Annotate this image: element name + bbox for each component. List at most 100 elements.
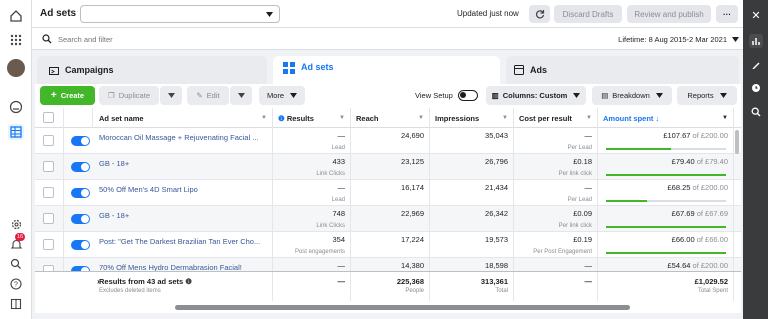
row-checkbox[interactable] — [43, 213, 54, 224]
tab-ad-sets[interactable]: Ad sets — [273, 56, 500, 84]
table-row[interactable]: GB - 18+ 748 Link Clicks 22,969 26,342 £0.09 P… — [35, 206, 741, 232]
ad-set-name-link[interactable]: GB - 18+ — [99, 211, 269, 220]
ad-set-name-link[interactable]: 50% Off Men's 4D Smart Lipo — [99, 185, 269, 194]
search-icon[interactable] — [8, 256, 24, 272]
row-checkbox[interactable] — [43, 239, 54, 250]
tab-ads-label: Ads — [530, 65, 548, 75]
totals-results: — — [273, 272, 351, 301]
view-setup-label: View Setup — [415, 91, 453, 100]
duplicate-button[interactable]: ❐ Duplicate — [99, 86, 159, 105]
breakdown-dropdown[interactable]: ▤ Breakdown — [592, 86, 672, 105]
results-value: — — [337, 183, 346, 192]
vertical-scrollbar[interactable] — [735, 130, 739, 154]
reach-value: 22,969 — [351, 206, 430, 232]
horizontal-scrollbar-thumb[interactable] — [175, 305, 630, 310]
review-and-publish-button[interactable]: Review and publish — [627, 5, 711, 23]
edit-button[interactable]: ✎ Edit — [187, 86, 229, 105]
date-range-picker[interactable]: Lifetime: 8 Aug 2015-2 Mar 2021 — [601, 31, 739, 47]
column-header-cost-per-result[interactable]: Cost per result ▼ — [514, 108, 598, 128]
results-value: — — [337, 261, 346, 270]
ad-set-name-link[interactable]: Post: "Get The Darkest Brazilian Tan Eve… — [99, 237, 269, 246]
ads-manager-table-icon[interactable] — [8, 124, 24, 140]
row-checkbox[interactable] — [43, 187, 54, 198]
duplicate-dropdown-button[interactable] — [160, 86, 182, 105]
table-row[interactable]: Post: "Get The Darkest Brazilian Tan Eve… — [35, 232, 741, 258]
row-name-cell: Moroccan Oil Massage + Rejuvenating Faci… — [93, 128, 273, 154]
discard-drafts-button[interactable]: Discard Drafts — [554, 5, 622, 23]
ad-set-name-link[interactable]: GB - 18+ — [99, 159, 269, 168]
ad-sets-grid-icon — [283, 62, 295, 74]
edit-dropdown-button[interactable] — [230, 86, 252, 105]
results-value: 354 — [332, 235, 345, 244]
tab-campaigns[interactable]: Campaigns — [37, 56, 267, 84]
ad-set-selector-dropdown[interactable] — [80, 5, 280, 23]
history-clock-icon[interactable] — [749, 81, 763, 95]
select-all-checkbox[interactable] — [43, 112, 54, 123]
columns-dropdown[interactable]: ▥ Columns: Custom — [486, 86, 586, 105]
apps-grid-icon[interactable] — [8, 32, 24, 48]
refresh-button[interactable] — [529, 5, 550, 23]
column-header-results-label: Results — [286, 113, 314, 123]
ad-set-status-toggle[interactable] — [71, 136, 90, 146]
cost-per-result-type: Per link click — [558, 223, 592, 229]
row-checkbox[interactable] — [43, 135, 54, 146]
column-header-amount-spent[interactable]: Amount spent ↓ ▼ — [598, 108, 734, 128]
create-button-label: Create — [60, 91, 85, 100]
row-checkbox-cell — [35, 180, 64, 206]
amount-spent-value: £79.40 — [671, 157, 695, 166]
search-input[interactable] — [58, 32, 598, 46]
dashboard-gauge-icon[interactable] — [8, 99, 24, 115]
left-navigation-rail: 16 ? — [0, 0, 32, 319]
chart-icon[interactable] — [749, 34, 763, 48]
search-filter-bar: Lifetime: 8 Aug 2015-2 Mar 2021 — [32, 28, 743, 50]
create-button[interactable]: + Create — [40, 86, 95, 105]
search-icon — [42, 34, 52, 44]
table-row[interactable]: Moroccan Oil Massage + Rejuvenating Faci… — [35, 128, 741, 154]
table-row[interactable]: 50% Off Men's 4D Smart Lipo — Lead 16,174 21… — [35, 180, 741, 206]
chevron-down-icon — [719, 93, 727, 98]
columns-dropdown-label: Columns: Custom — [502, 91, 568, 100]
tab-ads[interactable]: Ads — [506, 56, 739, 84]
tab-ad-sets-label: Ad sets — [301, 62, 334, 72]
column-header-name[interactable]: Ad set name ▼ — [93, 108, 273, 128]
column-header-name-label: Ad set name — [99, 113, 144, 123]
reach-value: 16,174 — [351, 180, 430, 206]
reports-panel-icon[interactable] — [8, 296, 24, 312]
column-header-impressions[interactable]: Impressions ▼ — [430, 108, 514, 128]
pencil-edit-icon[interactable] — [749, 58, 763, 72]
column-header-reach[interactable]: Reach ▼ — [351, 108, 430, 128]
ad-set-status-toggle[interactable] — [71, 188, 90, 198]
more-options-button[interactable]: ··· — [716, 5, 738, 23]
edit-button-label: Edit — [206, 91, 220, 100]
ad-set-name-link[interactable]: Moroccan Oil Massage + Rejuvenating Faci… — [99, 133, 269, 142]
settings-gear-icon[interactable] — [8, 216, 24, 232]
more-button[interactable]: More — [259, 86, 305, 105]
table-row[interactable]: GB - 18+ 433 Link Clicks 23,125 26,796 £0.18 P… — [35, 154, 741, 180]
home-icon[interactable] — [8, 8, 24, 24]
duplicate-icon: ❐ — [107, 91, 115, 100]
spend-progress-bar — [606, 252, 726, 254]
totals-sub-label: Excludes deleted items — [99, 288, 161, 294]
view-setup-toggle[interactable] — [458, 90, 478, 101]
totals-impressions: 313,361 — [480, 277, 508, 286]
row-checkbox[interactable] — [43, 161, 54, 172]
column-header-results[interactable]: ❶ Results ▼ — [273, 108, 351, 128]
help-icon[interactable]: ? — [8, 276, 24, 292]
ad-set-status-toggle[interactable] — [71, 162, 90, 172]
zoom-in-icon[interactable] — [749, 105, 763, 119]
row-results-cell: 748 Link Clicks — [273, 206, 351, 232]
results-type: Link Clicks — [316, 171, 345, 177]
ad-set-status-toggle[interactable] — [71, 240, 90, 250]
chevron-down-icon — [266, 12, 273, 17]
chevron-down-icon — [237, 93, 245, 98]
column-header-impressions-label: Impressions — [435, 113, 480, 123]
totals-cost-per-result: — — [514, 272, 598, 301]
close-icon[interactable]: ✕ — [749, 8, 763, 22]
budget-value: of £200.00 — [692, 261, 728, 270]
expand-chevron-icon[interactable]: › — [97, 277, 100, 286]
account-avatar[interactable] — [7, 59, 25, 77]
sort-caret-icon: ▼ — [261, 115, 267, 121]
ad-set-status-toggle[interactable] — [71, 214, 90, 224]
amount-spent-value: £66.00 — [671, 235, 695, 244]
reports-dropdown[interactable]: Reports — [677, 86, 737, 105]
